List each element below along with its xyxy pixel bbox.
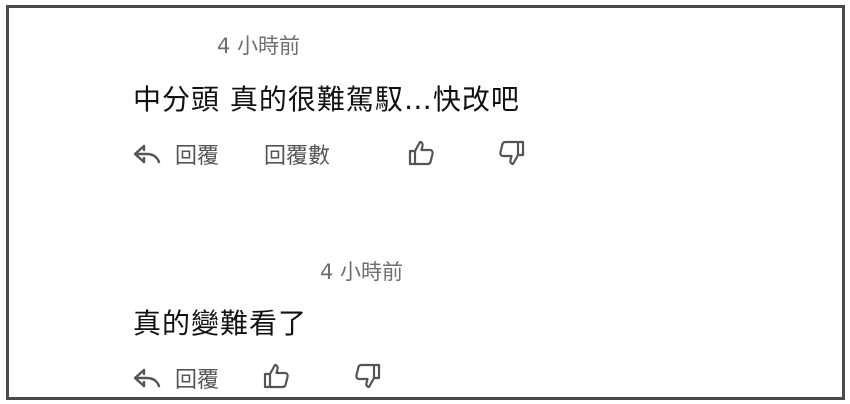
view-replies-button[interactable]: 回覆數: [264, 138, 330, 170]
reply-button[interactable]: 回覆: [131, 138, 219, 170]
thumbs-down-icon: [497, 138, 527, 168]
like-button[interactable]: [406, 138, 436, 168]
like-button[interactable]: [261, 361, 291, 391]
thumbs-down-icon: [353, 361, 383, 391]
reply-arrow-icon: [131, 141, 163, 167]
replies-label: 回覆數: [264, 144, 331, 169]
dislike-button[interactable]: [353, 361, 383, 391]
comments-panel: [6, 5, 845, 400]
comment-text: 真的變難看了: [133, 307, 308, 340]
comment-timestamp: 4 小時前: [320, 260, 404, 284]
thumbs-up-icon: [406, 138, 436, 168]
comment-timestamp: 4 小時前: [217, 34, 301, 58]
comment-text: 中分頭 真的很難駕馭…快改吧: [133, 83, 520, 116]
reply-label: 回覆: [175, 144, 220, 169]
reply-button[interactable]: 回覆: [131, 362, 219, 394]
thumbs-up-icon: [261, 361, 291, 391]
reply-arrow-icon: [131, 365, 163, 391]
reply-label: 回覆: [175, 368, 220, 393]
dislike-button[interactable]: [497, 138, 527, 168]
